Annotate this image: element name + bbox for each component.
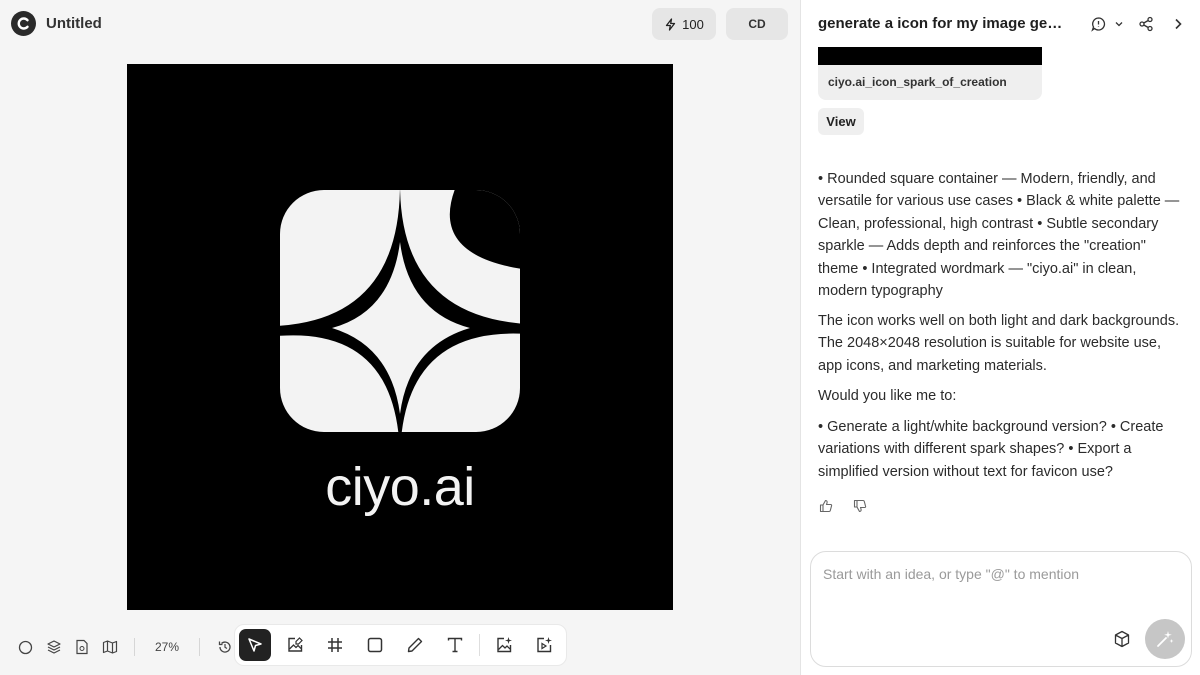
chat-input[interactable] bbox=[823, 564, 1163, 584]
magic-wand-icon bbox=[1157, 631, 1174, 647]
zoom-level[interactable]: 27% bbox=[150, 640, 184, 654]
map-icon[interactable] bbox=[100, 638, 119, 657]
drawing-toolbar bbox=[234, 624, 567, 666]
share-icon bbox=[1139, 16, 1153, 32]
select-tool[interactable] bbox=[239, 629, 271, 661]
rectangle-tool[interactable] bbox=[359, 629, 391, 661]
page-icon[interactable] bbox=[72, 638, 91, 657]
text-tool[interactable] bbox=[439, 629, 471, 661]
circle-icon[interactable] bbox=[16, 638, 35, 657]
thumbs-up-icon[interactable] bbox=[818, 498, 834, 514]
message-paragraph: • Rounded square container — Modern, fri… bbox=[818, 171, 1180, 300]
attachment-filename: ciyo.ai_icon_spark_of_creation bbox=[828, 75, 1007, 89]
cursor-icon bbox=[248, 638, 262, 652]
message-paragraph: • Generate a light/white background vers… bbox=[818, 419, 1164, 480]
document-title[interactable]: Untitled bbox=[46, 15, 102, 32]
pencil-icon bbox=[407, 637, 423, 653]
chat-title: generate a icon for my image generator bbox=[818, 15, 1070, 32]
chat-composer bbox=[810, 551, 1192, 667]
thumbs-down-icon[interactable] bbox=[852, 498, 868, 514]
chevron-right-icon bbox=[1175, 18, 1182, 30]
sparkle-video-icon bbox=[537, 637, 552, 653]
image-tool[interactable] bbox=[279, 629, 311, 661]
ai-image-tool[interactable] bbox=[488, 629, 520, 661]
pen-tool[interactable] bbox=[399, 629, 431, 661]
divider bbox=[134, 638, 135, 656]
model-selector-button[interactable] bbox=[1111, 628, 1133, 650]
wordmark-text: ciyo.ai bbox=[325, 457, 475, 517]
canvas-area[interactable]: Untitled 100 CD ciyo.ai 27% bbox=[0, 0, 800, 675]
hash-icon bbox=[328, 638, 342, 652]
sparkle-image-icon bbox=[497, 637, 512, 653]
divider bbox=[479, 634, 480, 656]
text-icon bbox=[447, 637, 463, 653]
chat-panel: generate a icon for my image generator c… bbox=[800, 0, 1200, 675]
collapse-panel-button[interactable] bbox=[1168, 14, 1188, 34]
generate-button[interactable] bbox=[1145, 619, 1185, 659]
attachment-card[interactable]: ciyo.ai_icon_spark_of_creation bbox=[818, 47, 1042, 100]
chat-bubble-icon bbox=[1091, 17, 1123, 32]
view-button[interactable]: View bbox=[818, 108, 864, 135]
image-edit-icon bbox=[288, 637, 303, 652]
chat-history-dropdown[interactable] bbox=[1090, 14, 1124, 34]
spark-logo-graphic bbox=[280, 190, 520, 432]
share-button[interactable] bbox=[1136, 14, 1156, 34]
credits-button[interactable]: 100 bbox=[652, 8, 716, 40]
divider bbox=[199, 638, 200, 656]
layers-icon[interactable] bbox=[44, 638, 63, 657]
cube-icon bbox=[1114, 630, 1130, 648]
logo-c-icon bbox=[17, 17, 29, 30]
message-paragraph: Would you like me to: bbox=[818, 388, 957, 404]
ai-video-tool[interactable] bbox=[528, 629, 560, 661]
message-paragraph: The icon works well on both light and da… bbox=[818, 313, 1180, 374]
history-icon[interactable] bbox=[215, 638, 234, 657]
app-logo[interactable] bbox=[11, 11, 36, 36]
credits-count: 100 bbox=[682, 16, 704, 32]
lightning-icon bbox=[665, 17, 676, 31]
generated-image[interactable]: ciyo.ai bbox=[127, 64, 673, 610]
square-icon bbox=[367, 637, 383, 653]
canvas-bottom-tools: 27% bbox=[16, 634, 234, 660]
user-avatar-button[interactable]: CD bbox=[726, 8, 788, 40]
frame-tool[interactable] bbox=[319, 629, 351, 661]
message-feedback bbox=[818, 498, 868, 514]
attachment-thumbnail bbox=[818, 47, 1042, 65]
